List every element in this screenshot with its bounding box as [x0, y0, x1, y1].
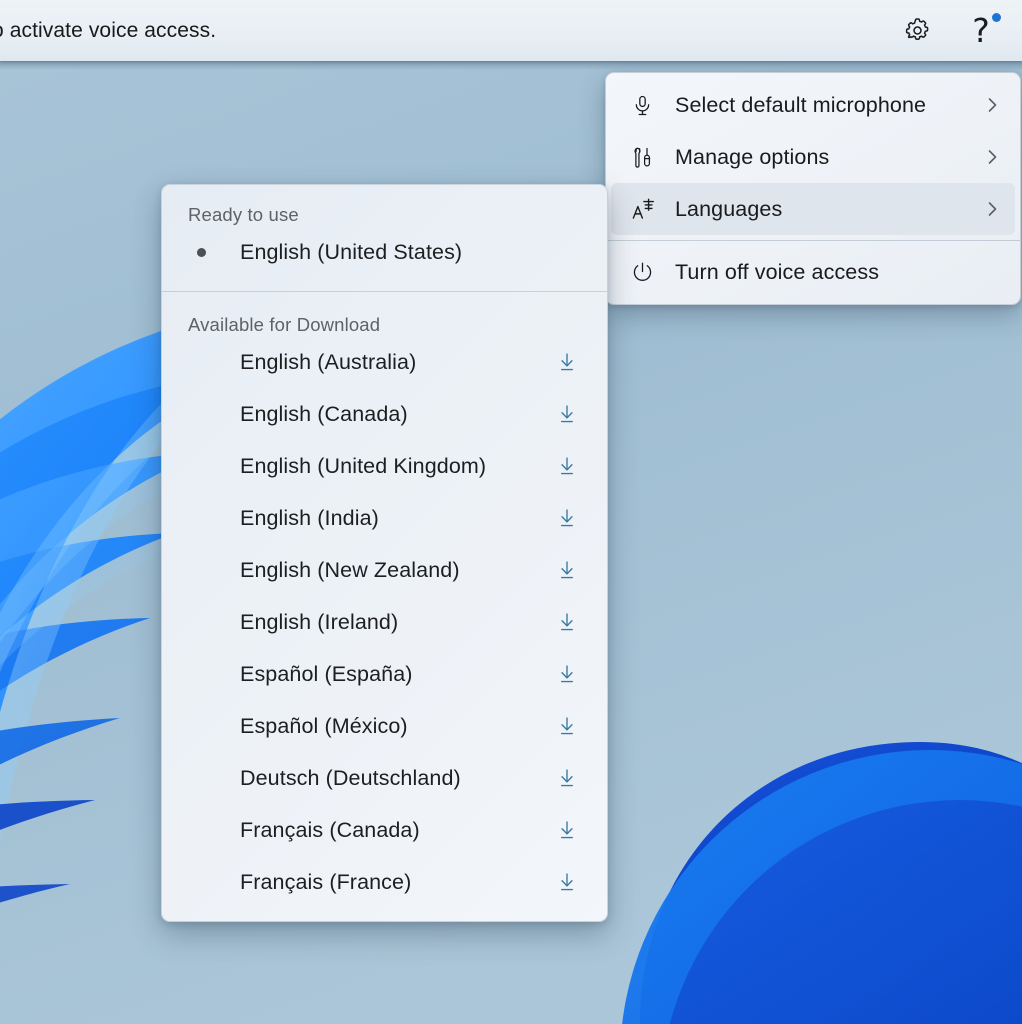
language-name: English (India): [240, 506, 379, 531]
notification-badge-dot: [992, 13, 1001, 22]
download-icon[interactable]: [553, 348, 581, 376]
selected-bullet-icon: [197, 248, 206, 257]
download-icon[interactable]: [553, 608, 581, 636]
chevron-right-icon: [986, 199, 999, 219]
menu-item-languages[interactable]: Languages: [611, 183, 1015, 235]
download-icon[interactable]: [553, 400, 581, 428]
language-name: English (Ireland): [240, 610, 398, 635]
voice-access-message: o activate voice access.: [0, 19, 216, 43]
language-row[interactable]: English (Canada): [162, 388, 607, 440]
tools-icon: [631, 146, 665, 169]
menu-item-label: Turn off voice access: [675, 260, 879, 285]
menu-separator: [606, 240, 1020, 241]
language-row[interactable]: English (Australia): [162, 336, 607, 388]
menu-item-label: Manage options: [675, 145, 829, 170]
menu-item-manage-options[interactable]: Manage options: [611, 131, 1015, 183]
language-name: Français (France): [240, 870, 411, 895]
voice-access-settings-menu: Select default microphone Manage options: [605, 72, 1021, 305]
language-name: Español (España): [240, 662, 413, 687]
language-row[interactable]: Español (México): [162, 700, 607, 752]
language-row-ready[interactable]: English (United States): [162, 226, 607, 278]
menu-item-label: Select default microphone: [675, 93, 926, 118]
language-row[interactable]: English (India): [162, 492, 607, 544]
microphone-icon: [631, 94, 665, 117]
language-row[interactable]: English (New Zealand): [162, 544, 607, 596]
language-row[interactable]: Deutsch (Deutschland): [162, 752, 607, 804]
language-name: English (Australia): [240, 350, 416, 375]
download-icon[interactable]: [553, 816, 581, 844]
ready-to-use-heading: Ready to use: [162, 185, 607, 226]
ready-to-use-section: Ready to use English (United States): [162, 185, 607, 291]
language-row[interactable]: Français (Canada): [162, 804, 607, 856]
languages-flyout: Ready to use English (United States) Ava…: [161, 184, 608, 922]
download-icon[interactable]: [553, 868, 581, 896]
download-icon[interactable]: [553, 764, 581, 792]
language-icon: [631, 197, 665, 222]
available-for-download-section: Available for Download English (Australi…: [162, 292, 607, 908]
language-name: Français (Canada): [240, 818, 420, 843]
language-row[interactable]: Español (España): [162, 648, 607, 700]
language-name: English (Canada): [240, 402, 408, 427]
download-icon[interactable]: [553, 452, 581, 480]
gear-icon: [904, 17, 931, 44]
language-row[interactable]: English (Ireland): [162, 596, 607, 648]
menu-item-turn-off-voice-access[interactable]: Turn off voice access: [611, 246, 1015, 298]
screen: o activate voice access. ?: [0, 0, 1022, 1024]
menu-item-select-default-microphone[interactable]: Select default microphone: [611, 79, 1015, 131]
language-name: Deutsch (Deutschland): [240, 766, 461, 791]
settings-button[interactable]: [898, 12, 936, 50]
language-name: English (New Zealand): [240, 558, 460, 583]
language-name: English (United Kingdom): [240, 454, 486, 479]
chevron-right-icon: [986, 95, 999, 115]
language-row[interactable]: English (United Kingdom): [162, 440, 607, 492]
chevron-right-icon: [986, 147, 999, 167]
download-icon[interactable]: [553, 556, 581, 584]
language-name: English (United States): [240, 240, 462, 265]
question-mark-icon: ?: [972, 14, 990, 47]
download-icon[interactable]: [553, 712, 581, 740]
language-name: Español (México): [240, 714, 408, 739]
language-row[interactable]: Français (France): [162, 856, 607, 908]
help-button[interactable]: ?: [962, 12, 1000, 50]
download-icon[interactable]: [553, 660, 581, 688]
download-icon[interactable]: [553, 504, 581, 532]
available-for-download-heading: Available for Download: [162, 294, 607, 336]
voice-access-bar: o activate voice access. ?: [0, 0, 1022, 61]
menu-item-label: Languages: [675, 197, 782, 222]
voice-access-bar-actions: ?: [898, 12, 1022, 50]
power-icon: [631, 261, 665, 284]
